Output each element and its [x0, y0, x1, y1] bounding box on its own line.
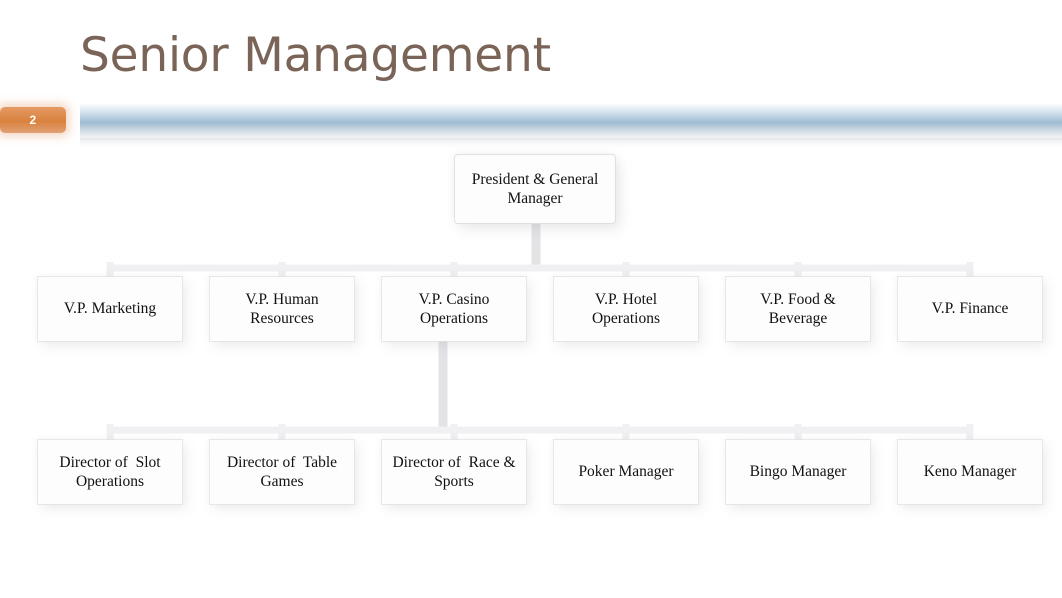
- org-node-vp-marketing[interactable]: V.P. Marketing: [38, 277, 182, 341]
- org-node-label: Director of Slot Operations: [59, 453, 165, 490]
- org-chart: President & General Manager V.P. Marketi…: [0, 0, 1062, 598]
- org-node-label: V.P. Food & Beverage: [760, 290, 840, 327]
- org-node-director-slot-operations[interactable]: Director of Slot Operations: [38, 440, 182, 504]
- org-node-label: V.P. Casino Operations: [418, 290, 494, 327]
- org-node-label: V.P. Marketing: [63, 300, 157, 318]
- org-node-keno-manager[interactable]: Keno Manager: [898, 440, 1042, 504]
- org-node-bingo-manager[interactable]: Bingo Manager: [726, 440, 870, 504]
- org-node-label: Director of Table Games: [226, 453, 341, 490]
- org-node-label: President & General Manager: [471, 170, 603, 207]
- org-node-label: V.P. Finance: [931, 300, 1009, 318]
- org-node-vp-human-resources[interactable]: V.P. Human Resources: [210, 277, 354, 341]
- org-node-vp-finance[interactable]: V.P. Finance: [898, 277, 1042, 341]
- org-node-vp-hotel-operations[interactable]: V.P. Hotel Operations: [554, 277, 698, 341]
- org-node-director-race-sports[interactable]: Director of Race & Sports: [382, 440, 526, 504]
- org-node-label: Director of Race & Sports: [392, 453, 520, 490]
- org-node-label: V.P. Human Resources: [245, 290, 323, 327]
- org-node-label: Keno Manager: [923, 463, 1017, 481]
- org-node-president[interactable]: President & General Manager: [455, 155, 615, 223]
- org-node-vp-food-beverage[interactable]: V.P. Food & Beverage: [726, 277, 870, 341]
- org-node-label: V.P. Hotel Operations: [591, 290, 661, 327]
- org-node-label: Poker Manager: [578, 463, 674, 481]
- org-node-poker-manager[interactable]: Poker Manager: [554, 440, 698, 504]
- org-node-label: Bingo Manager: [749, 463, 847, 481]
- org-node-director-table-games[interactable]: Director of Table Games: [210, 440, 354, 504]
- slide-canvas: Senior Management 2 President & General …: [0, 0, 1062, 598]
- org-node-vp-casino-operations[interactable]: V.P. Casino Operations: [382, 277, 526, 341]
